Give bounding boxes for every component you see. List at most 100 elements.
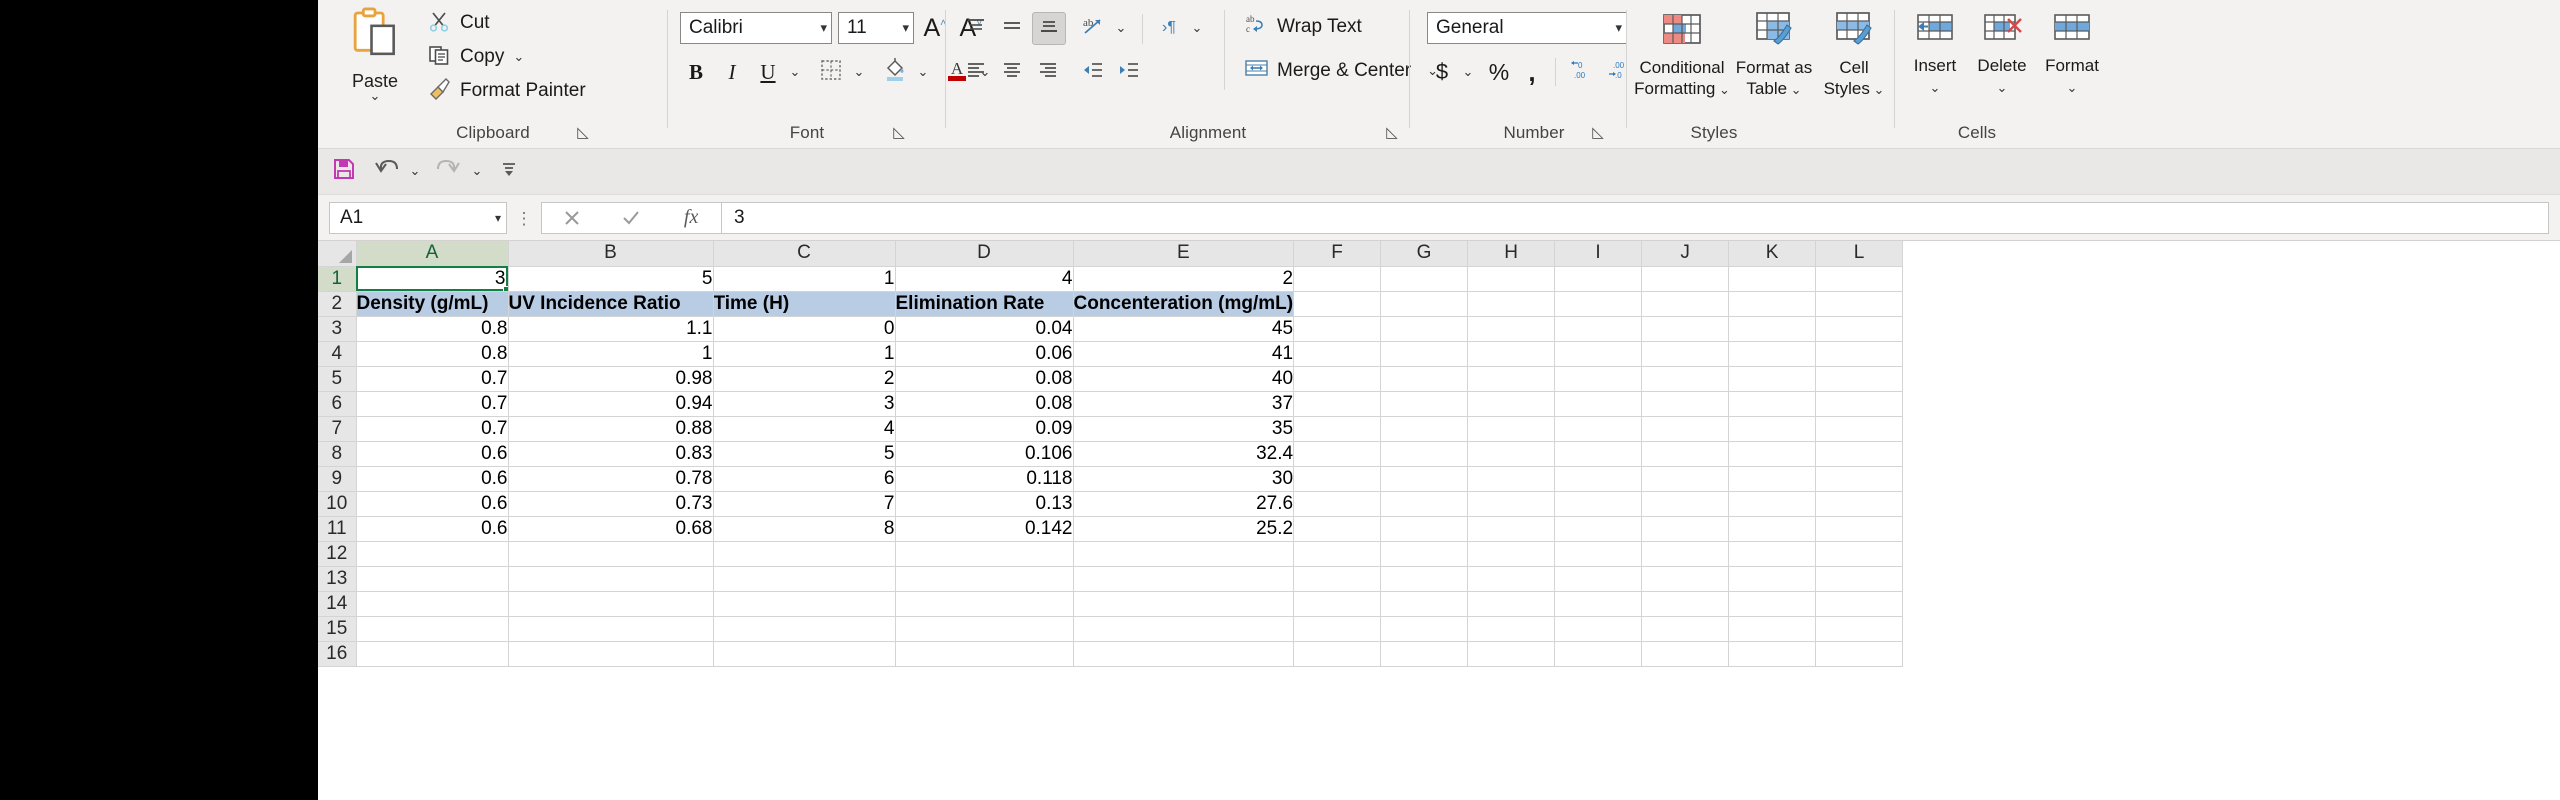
row-header-8[interactable]: 8 — [318, 441, 357, 467]
cell-j9[interactable] — [1641, 466, 1730, 492]
cell-h14[interactable] — [1467, 591, 1556, 617]
cell-a10[interactable]: 0.6 — [356, 491, 509, 517]
cell-g13[interactable] — [1380, 566, 1469, 592]
cell-d3[interactable]: 0.04 — [895, 316, 1074, 342]
cell-i8[interactable] — [1554, 441, 1643, 467]
cell-a4[interactable]: 0.8 — [356, 341, 509, 367]
cell-c10[interactable]: 7 — [713, 491, 896, 517]
row-header-13[interactable]: 13 — [318, 566, 357, 592]
cell-k6[interactable] — [1728, 391, 1817, 417]
cell-i13[interactable] — [1554, 566, 1643, 592]
copy-chevron-down-icon[interactable]: ⌄ — [513, 50, 524, 64]
cell-j4[interactable] — [1641, 341, 1730, 367]
cell-h8[interactable] — [1467, 441, 1556, 467]
column-header-a[interactable]: A — [356, 241, 509, 267]
cell-d12[interactable] — [895, 541, 1074, 567]
cut-button[interactable]: Cut — [422, 8, 495, 38]
cell-e1[interactable]: 2 — [1073, 266, 1295, 292]
cell-f13[interactable] — [1293, 566, 1382, 592]
cell-a14[interactable] — [356, 591, 509, 617]
cell-k2[interactable] — [1728, 291, 1817, 317]
text-direction-chevron-down-icon[interactable]: ⌄ — [1186, 12, 1208, 44]
cell-h5[interactable] — [1467, 366, 1556, 392]
column-header-f[interactable]: F — [1293, 241, 1382, 267]
cell-c8[interactable]: 5 — [713, 441, 896, 467]
cell-a5[interactable]: 0.7 — [356, 366, 509, 392]
cell-a11[interactable]: 0.6 — [356, 516, 509, 542]
cell-e2[interactable]: Concenteration (mg/mL) — [1073, 291, 1295, 317]
spreadsheet-grid[interactable]: ABCDEFGHIJKL 1 3 5 1 4 2 2 Density (g/mL) UV Inc… — [318, 241, 2560, 800]
format-cells-button[interactable]: Format ⌄ — [2038, 5, 2106, 110]
cell-c11[interactable]: 8 — [713, 516, 896, 542]
cell-i16[interactable] — [1554, 641, 1643, 667]
cell-h2[interactable] — [1467, 291, 1556, 317]
align-left-button[interactable] — [960, 56, 992, 88]
cell-c12[interactable] — [713, 541, 896, 567]
cell-e7[interactable]: 35 — [1073, 416, 1295, 442]
cell-a8[interactable]: 0.6 — [356, 441, 509, 467]
accounting-format-button[interactable]: $ — [1427, 56, 1457, 88]
cell-j12[interactable] — [1641, 541, 1730, 567]
paste-button[interactable]: Paste ⌄ — [332, 6, 418, 110]
cell-i14[interactable] — [1554, 591, 1643, 617]
clipboard-dialog-launcher[interactable]: ◺ — [574, 124, 592, 142]
cell-f4[interactable] — [1293, 341, 1382, 367]
cell-a15[interactable] — [356, 616, 509, 642]
cell-b12[interactable] — [508, 541, 714, 567]
cell-f9[interactable] — [1293, 466, 1382, 492]
cell-l1[interactable] — [1815, 266, 1904, 292]
cell-i10[interactable] — [1554, 491, 1643, 517]
cell-a7[interactable]: 0.7 — [356, 416, 509, 442]
format-as-table-button[interactable]: Format as Table ⌄ — [1734, 5, 1814, 110]
cell-l15[interactable] — [1815, 616, 1904, 642]
cell-i11[interactable] — [1554, 516, 1643, 542]
cell-d16[interactable] — [895, 641, 1074, 667]
redo-button[interactable] — [430, 154, 466, 188]
cell-f3[interactable] — [1293, 316, 1382, 342]
customize-quick-access-button[interactable] — [494, 154, 524, 188]
wrap-text-button[interactable]: ab c Wrap Text — [1238, 10, 1368, 44]
column-header-e[interactable]: E — [1073, 241, 1295, 267]
column-header-h[interactable]: H — [1467, 241, 1556, 267]
cell-e3[interactable]: 45 — [1073, 316, 1295, 342]
cell-d4[interactable]: 0.06 — [895, 341, 1074, 367]
row-header-16[interactable]: 16 — [318, 641, 357, 667]
cell-b2[interactable]: UV Incidence Ratio — [508, 291, 714, 317]
cell-g14[interactable] — [1380, 591, 1469, 617]
align-right-button[interactable] — [1032, 56, 1064, 88]
orientation-chevron-down-icon[interactable]: ⌄ — [1110, 12, 1132, 44]
cell-g9[interactable] — [1380, 466, 1469, 492]
cell-f15[interactable] — [1293, 616, 1382, 642]
cell-b11[interactable]: 0.68 — [508, 516, 714, 542]
cell-f6[interactable] — [1293, 391, 1382, 417]
cell-a12[interactable] — [356, 541, 509, 567]
column-header-l[interactable]: L — [1815, 241, 1904, 267]
row-header-10[interactable]: 10 — [318, 491, 357, 517]
cell-d13[interactable] — [895, 566, 1074, 592]
cell-i9[interactable] — [1554, 466, 1643, 492]
delete-chevron-down-icon[interactable]: ⌄ — [1997, 80, 2008, 95]
cell-h15[interactable] — [1467, 616, 1556, 642]
cell-a6[interactable]: 0.7 — [356, 391, 509, 417]
cell-a13[interactable] — [356, 566, 509, 592]
cell-styles-button[interactable]: Cell Styles ⌄ — [1816, 5, 1892, 110]
conditional-formatting-chevron-down-icon[interactable]: ⌄ — [1715, 82, 1730, 97]
cell-h16[interactable] — [1467, 641, 1556, 667]
row-header-2[interactable]: 2 — [318, 291, 357, 317]
font-size-combo[interactable]: 11 ▾ — [838, 12, 914, 44]
cell-b8[interactable]: 0.83 — [508, 441, 714, 467]
cell-c3[interactable]: 0 — [713, 316, 896, 342]
cell-l9[interactable] — [1815, 466, 1904, 492]
cell-j16[interactable] — [1641, 641, 1730, 667]
cell-l7[interactable] — [1815, 416, 1904, 442]
cell-d6[interactable]: 0.08 — [895, 391, 1074, 417]
cell-h6[interactable] — [1467, 391, 1556, 417]
cell-c16[interactable] — [713, 641, 896, 667]
cell-j10[interactable] — [1641, 491, 1730, 517]
cell-k15[interactable] — [1728, 616, 1817, 642]
column-header-g[interactable]: G — [1380, 241, 1469, 267]
cell-i1[interactable] — [1554, 266, 1643, 292]
cell-d5[interactable]: 0.08 — [895, 366, 1074, 392]
cell-f7[interactable] — [1293, 416, 1382, 442]
row-header-7[interactable]: 7 — [318, 416, 357, 442]
